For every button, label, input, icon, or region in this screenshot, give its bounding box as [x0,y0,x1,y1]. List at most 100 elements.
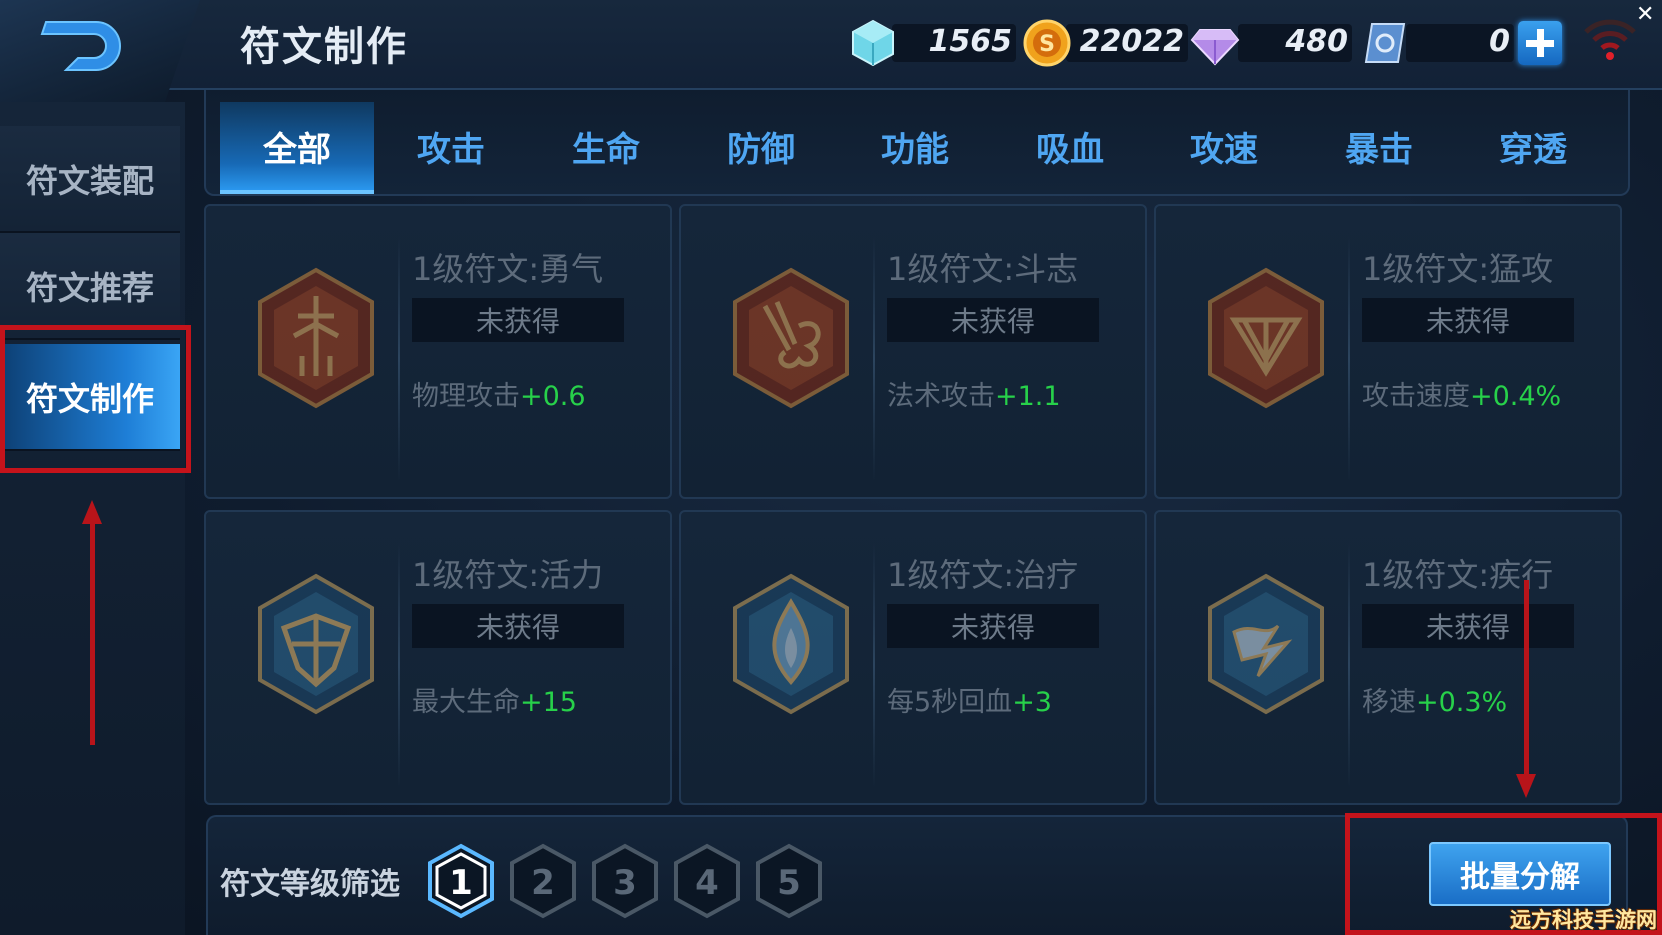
tab-label: 攻击 [417,129,485,170]
back-arrow-icon [40,21,121,71]
card-divider [398,236,400,481]
page-title: 符文制作 [240,24,408,70]
level-1-button[interactable]: 1 [426,843,496,919]
category-tabs: 全部 攻击 生命 防御 功能 吸血 攻速 暴击 穿透 [204,90,1630,196]
rune-title: 1级符文:治疗 [887,556,1079,594]
tab-label: 攻速 [1190,129,1258,170]
rune-status: 未获得 [1362,604,1574,648]
vitality-rune-icon [258,573,374,715]
rune-attribute: 攻击速度+0.4% [1362,374,1561,413]
sidebar-item-rune-equip[interactable]: 符文装配 [0,126,180,233]
annotation-arrow-down-head [1516,774,1536,798]
rune-title: 1级符文:活力 [412,556,604,594]
rune-card[interactable]: 1级符文:斗志 未获得 法术攻击+1.1 [679,204,1147,499]
tab-label: 全部 [263,129,331,170]
tab-attack[interactable]: 攻击 [374,102,528,190]
card-divider [873,542,875,787]
tab-penetration[interactable]: 穿透 [1456,102,1610,190]
rune-status: 未获得 [1362,298,1574,342]
sidebar-item-rune-recommend[interactable]: 符文推荐 [0,233,180,340]
crystal-icon [852,19,894,67]
close-icon[interactable]: ✕ [1636,2,1654,27]
crystal-count: 1565 [928,24,1013,59]
level-number: 1 [449,863,473,903]
courage-rune-icon [258,267,374,409]
rune-card[interactable]: 1级符文:活力 未获得 最大生命+15 [204,510,672,805]
attr-name: 每5秒回血 [887,687,1013,718]
diamond-icon [1190,29,1240,66]
rune-title: 1级符文:勇气 [412,250,604,288]
filter-label: 符文等级筛选 [220,867,400,902]
attr-name: 法术攻击 [887,381,995,412]
rune-attribute: 移速+0.3% [1362,680,1507,719]
attr-value: +3 [1012,687,1052,718]
tab-defense[interactable]: 防御 [684,102,838,190]
tab-label: 生命 [572,129,640,170]
tab-label: 防御 [727,129,795,170]
tab-all[interactable]: 全部 [220,102,374,194]
fighting-spirit-rune-icon [733,267,849,409]
watermark-text: 远方科技手游网 [1510,908,1657,932]
rune-card[interactable]: 1级符文:治疗 未获得 每5秒回血+3 [679,510,1147,805]
highlight-box-sidebar [0,325,191,473]
level-number: 3 [613,863,637,903]
attr-name: 移速 [1362,687,1416,718]
tab-label: 暴击 [1345,129,1413,170]
level-2-button[interactable]: 2 [508,843,578,919]
gold-coin-icon: S [1023,19,1071,67]
currency-voucher: 0 [1360,18,1516,68]
diamond-count: 480 [1285,24,1348,59]
annotation-arrow-down [1524,580,1529,780]
rune-card[interactable]: 1级符文:疾行 未获得 移速+0.3% [1154,510,1622,805]
tab-lifesteal[interactable]: 吸血 [993,102,1147,190]
card-divider [873,236,875,481]
level-4-button[interactable]: 4 [672,843,742,919]
tab-health[interactable]: 生命 [529,102,683,190]
card-divider [1348,542,1350,787]
currency-gold: S 22022 [1022,18,1192,68]
attr-value: +15 [520,687,577,718]
annotation-arrow-up [90,520,95,745]
level-number: 4 [695,863,719,903]
currency-diamond: 480 [1190,18,1356,68]
level-number: 5 [777,863,801,903]
rune-status: 未获得 [412,604,624,648]
attr-value: +1.1 [995,381,1061,412]
attr-value: +0.3% [1416,687,1508,718]
voucher-count: 0 [1489,24,1510,59]
rune-card[interactable]: 1级符文:勇气 未获得 物理攻击+0.6 [204,204,672,499]
rune-attribute: 最大生命+15 [412,680,577,719]
swift-rune-icon [1208,573,1324,715]
attr-name: 最大生命 [412,687,520,718]
currency-crystal: 1565 [850,18,1020,68]
rune-attribute: 法术攻击+1.1 [887,374,1061,413]
level-5-button[interactable]: 5 [754,843,824,919]
rune-attribute: 物理攻击+0.6 [412,374,586,413]
rune-attribute: 每5秒回血+3 [887,680,1052,719]
healing-rune-icon [733,573,849,715]
level-3-button[interactable]: 3 [590,843,660,919]
rune-status: 未获得 [412,298,624,342]
annotation-arrow-up-head [82,500,102,524]
card-divider [1348,236,1350,481]
rune-card[interactable]: 1级符文:猛攻 未获得 攻击速度+0.4% [1154,204,1622,499]
voucher-icon [1364,23,1406,63]
gold-count: 22022 [1079,24,1184,59]
tab-label: 穿透 [1499,129,1567,170]
attr-value: +0.4% [1470,381,1562,412]
game-screen: 符文制作 1565 S 22022 480 0 ✕ 符文装配 符文推荐 符文制作… [0,0,1662,935]
attr-value: +0.6 [520,381,586,412]
rune-status: 未获得 [887,298,1099,342]
attr-name: 物理攻击 [412,381,520,412]
rune-status: 未获得 [887,604,1099,648]
tab-critical[interactable]: 暴击 [1302,102,1456,190]
rune-title: 1级符文:斗志 [887,250,1079,288]
recharge-plus-button[interactable] [1518,21,1562,65]
card-divider [398,542,400,787]
wifi-signal-icon [1584,19,1636,60]
assault-rune-icon [1208,267,1324,409]
tab-attack-speed[interactable]: 攻速 [1147,102,1301,190]
tab-utility[interactable]: 功能 [838,102,992,190]
sidebar-item-label: 符文装配 [25,161,154,200]
sidebar-item-label: 符文推荐 [25,268,154,307]
